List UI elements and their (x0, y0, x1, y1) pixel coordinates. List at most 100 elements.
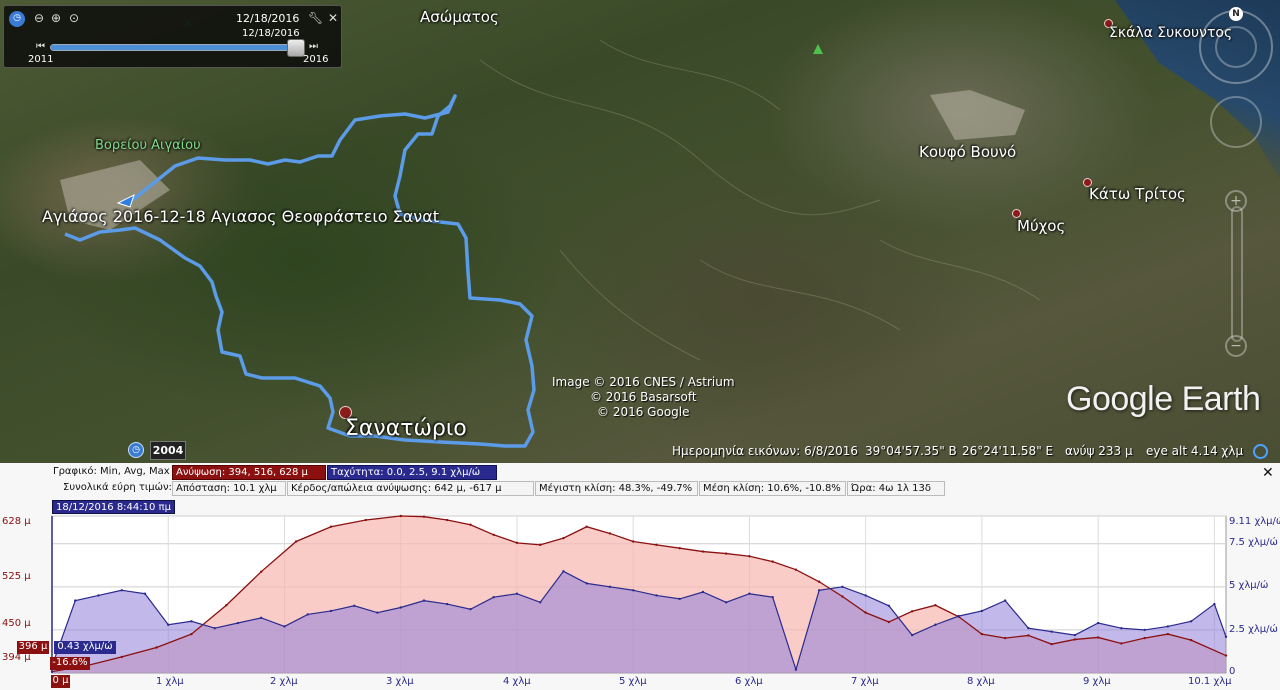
speed-point (1096, 621, 1100, 625)
speed-point (1189, 620, 1193, 623)
elevation-point (748, 555, 751, 558)
speed-point (260, 616, 263, 620)
credit-line: © 2016 Basarsoft (589, 390, 697, 404)
right-tick-label: 9.11 χλμ/ώ (1229, 516, 1280, 527)
elevation-point (1073, 638, 1077, 641)
speed-point (538, 601, 542, 604)
wrench-icon[interactable]: 🔧︎ (308, 11, 323, 25)
speed-point (469, 608, 472, 611)
place-label-mychos: Μύχος (1017, 217, 1066, 235)
speed-point (585, 582, 588, 585)
speed-point (794, 668, 798, 671)
elevation-point (724, 552, 728, 555)
elevation-point (422, 515, 426, 518)
look-around-control[interactable] (1210, 96, 1262, 148)
hover-distance-label: 0 μ (51, 675, 70, 688)
x-tick-label: 1 χλμ (156, 676, 184, 687)
compass-inner-ring[interactable] (1215, 26, 1257, 68)
speed-point (841, 585, 844, 589)
hover-speed-label: 0.43 χλμ/ώ (54, 641, 116, 654)
close-icon[interactable]: ✕ (326, 11, 340, 25)
elevation-chart[interactable] (0, 463, 1280, 690)
elevation-point (399, 514, 402, 518)
speed-point (120, 589, 123, 592)
speed-point (167, 623, 170, 626)
speed-point (817, 589, 821, 592)
speed-point (887, 604, 891, 607)
elevation-point (1224, 654, 1228, 657)
elevation-point (190, 632, 193, 636)
image-credits: Image © 2016 CNES / Astrium © 2016 Basar… (552, 375, 735, 420)
speed-point (980, 609, 984, 613)
zoom-fit-time-icon[interactable]: ⊙ (67, 11, 81, 25)
elevation-point (608, 532, 612, 535)
speed-point (1213, 602, 1216, 606)
zoom-in-button[interactable]: + (1225, 190, 1247, 212)
left-tick-label: 450 μ (2, 618, 31, 629)
zoom-in-time-icon[interactable]: ⊕ (49, 11, 63, 25)
elevation-point (562, 536, 565, 540)
elevation-point (934, 604, 937, 607)
status-bar: Ημερομηνία εικόνων: 6/8/2016 39°04'57.35… (0, 441, 1280, 463)
speed-point (283, 625, 286, 628)
x-tick-label: 7 χλμ (851, 676, 879, 687)
speed-point (353, 604, 356, 607)
speed-point (934, 623, 937, 626)
next-date-icon[interactable]: ⏭ (309, 41, 318, 52)
previous-date-icon[interactable]: ⏮ (36, 41, 45, 52)
zoom-slider[interactable] (1231, 206, 1243, 342)
x-tick-label: 8 χλμ (967, 676, 995, 687)
elevation-profile-panel: ✕ Γραφικό: Min, Avg, Max Ανύψωση: 394, 5… (0, 463, 1280, 690)
speed-point (1143, 628, 1146, 632)
speed-point (1166, 625, 1170, 628)
imagery-date: Ημερομηνία εικόνων: 6/8/2016 (672, 444, 858, 458)
track-label[interactable]: Αγιάσος 2016-12-18 Αγιασος Θεοφράστειο Σ… (42, 207, 439, 226)
speed-point (1120, 626, 1123, 630)
north-indicator[interactable]: N (1229, 7, 1243, 21)
speed-point (515, 592, 519, 595)
elevation-point (794, 568, 798, 571)
speed-point (1050, 630, 1053, 633)
speed-point (97, 594, 100, 597)
elevation-point (1050, 642, 1053, 646)
current-date-label: 12/18/2016 (236, 12, 300, 25)
credit-line: Image © 2016 CNES / Astrium (552, 375, 735, 389)
clock-icon[interactable]: ◷ (9, 11, 25, 27)
elevation-point (120, 655, 123, 659)
zoom-out-button[interactable]: − (1225, 335, 1247, 357)
elevation-point (817, 580, 821, 583)
zoom-out-time-icon[interactable]: ⊖ (32, 11, 46, 25)
elevation-point (155, 646, 158, 649)
speed-point (1027, 626, 1030, 630)
speed-point (748, 592, 751, 595)
place-label-koufo-vouno: Κουφό Βουνό (919, 143, 1017, 161)
speed-point (446, 602, 449, 606)
elevation-point (446, 518, 449, 522)
right-tick-label: 5 χλμ/ώ (1229, 580, 1269, 591)
speed-point (864, 594, 867, 597)
time-slider-track[interactable] (50, 44, 302, 51)
elevation-point (980, 632, 984, 636)
speed-point (957, 614, 960, 618)
compass-ring[interactable] (1199, 10, 1273, 84)
speed-point (236, 621, 240, 625)
latitude-readout: 39°04'57.35" B (865, 444, 957, 458)
elevation-point (678, 547, 681, 550)
speed-point (422, 599, 426, 602)
elevation-point (469, 523, 472, 526)
elevation-readout: ανύψ 233 μ (1065, 444, 1133, 458)
speed-point (1003, 599, 1007, 602)
x-tick-label: 9 χλμ (1083, 676, 1111, 687)
elevation-point (585, 525, 588, 528)
elevation-point (1003, 636, 1007, 640)
google-earth-logo: Google Earth (1066, 380, 1261, 418)
elevation-point (771, 560, 774, 563)
map-view[interactable]: Ασώματος Σκάλα Συκουντος Βορείου Αιγαίου… (0, 0, 1280, 463)
speed-point (608, 585, 612, 589)
x-tick-label: 2 χλμ (270, 676, 298, 687)
speed-point (771, 595, 774, 599)
speed-point (701, 590, 705, 594)
speed-point (492, 595, 495, 599)
left-tick-label: 628 μ (2, 516, 31, 527)
x-tick-label: 6 χλμ (735, 676, 763, 687)
